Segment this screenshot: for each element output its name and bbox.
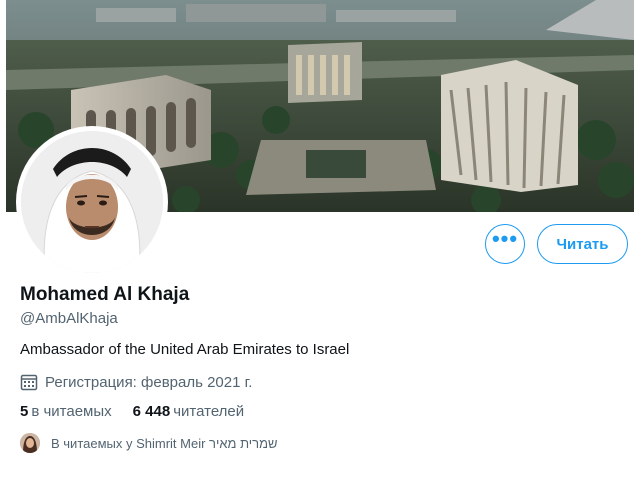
profile-page: ••• Читать Mohamed Al Khaja @AmbAlKhaja … xyxy=(0,0,640,480)
following-count: 5 xyxy=(20,403,29,420)
following-label: в читаемых xyxy=(31,403,112,420)
avatar-image xyxy=(21,131,163,273)
followers-count: 6 448 xyxy=(132,403,171,420)
profile-stats: 5в читаемых 6 448 читателей xyxy=(20,403,265,420)
avatar[interactable] xyxy=(21,131,163,273)
profile-handle: @AmbAlKhaja xyxy=(20,310,118,327)
profile-avatar-frame[interactable] xyxy=(17,127,167,277)
calendar-icon xyxy=(20,374,38,391)
following-link[interactable]: 5в читаемых xyxy=(20,403,112,420)
followed-by-text: В читаемых у Shimrit Meir שמרית מאיר xyxy=(51,435,278,451)
join-date: Регистрация: февраль 2021 г. xyxy=(20,372,252,392)
followed-by[interactable]: В читаемых у Shimrit Meir שמרית מאיר xyxy=(20,432,278,454)
followers-label: читателей xyxy=(173,403,245,420)
follower-avatar xyxy=(20,433,40,453)
profile-bio: Ambassador of the United Arab Emirates t… xyxy=(20,341,350,358)
more-options-button[interactable]: ••• xyxy=(485,224,525,264)
follow-button[interactable]: Читать xyxy=(537,224,628,264)
join-date-text: Регистрация: февраль 2021 г. xyxy=(45,373,253,391)
followers-link[interactable]: 6 448 читателей xyxy=(133,403,244,420)
more-icon: ••• xyxy=(491,226,519,251)
profile-name: Mohamed Al Khaja xyxy=(20,284,190,305)
